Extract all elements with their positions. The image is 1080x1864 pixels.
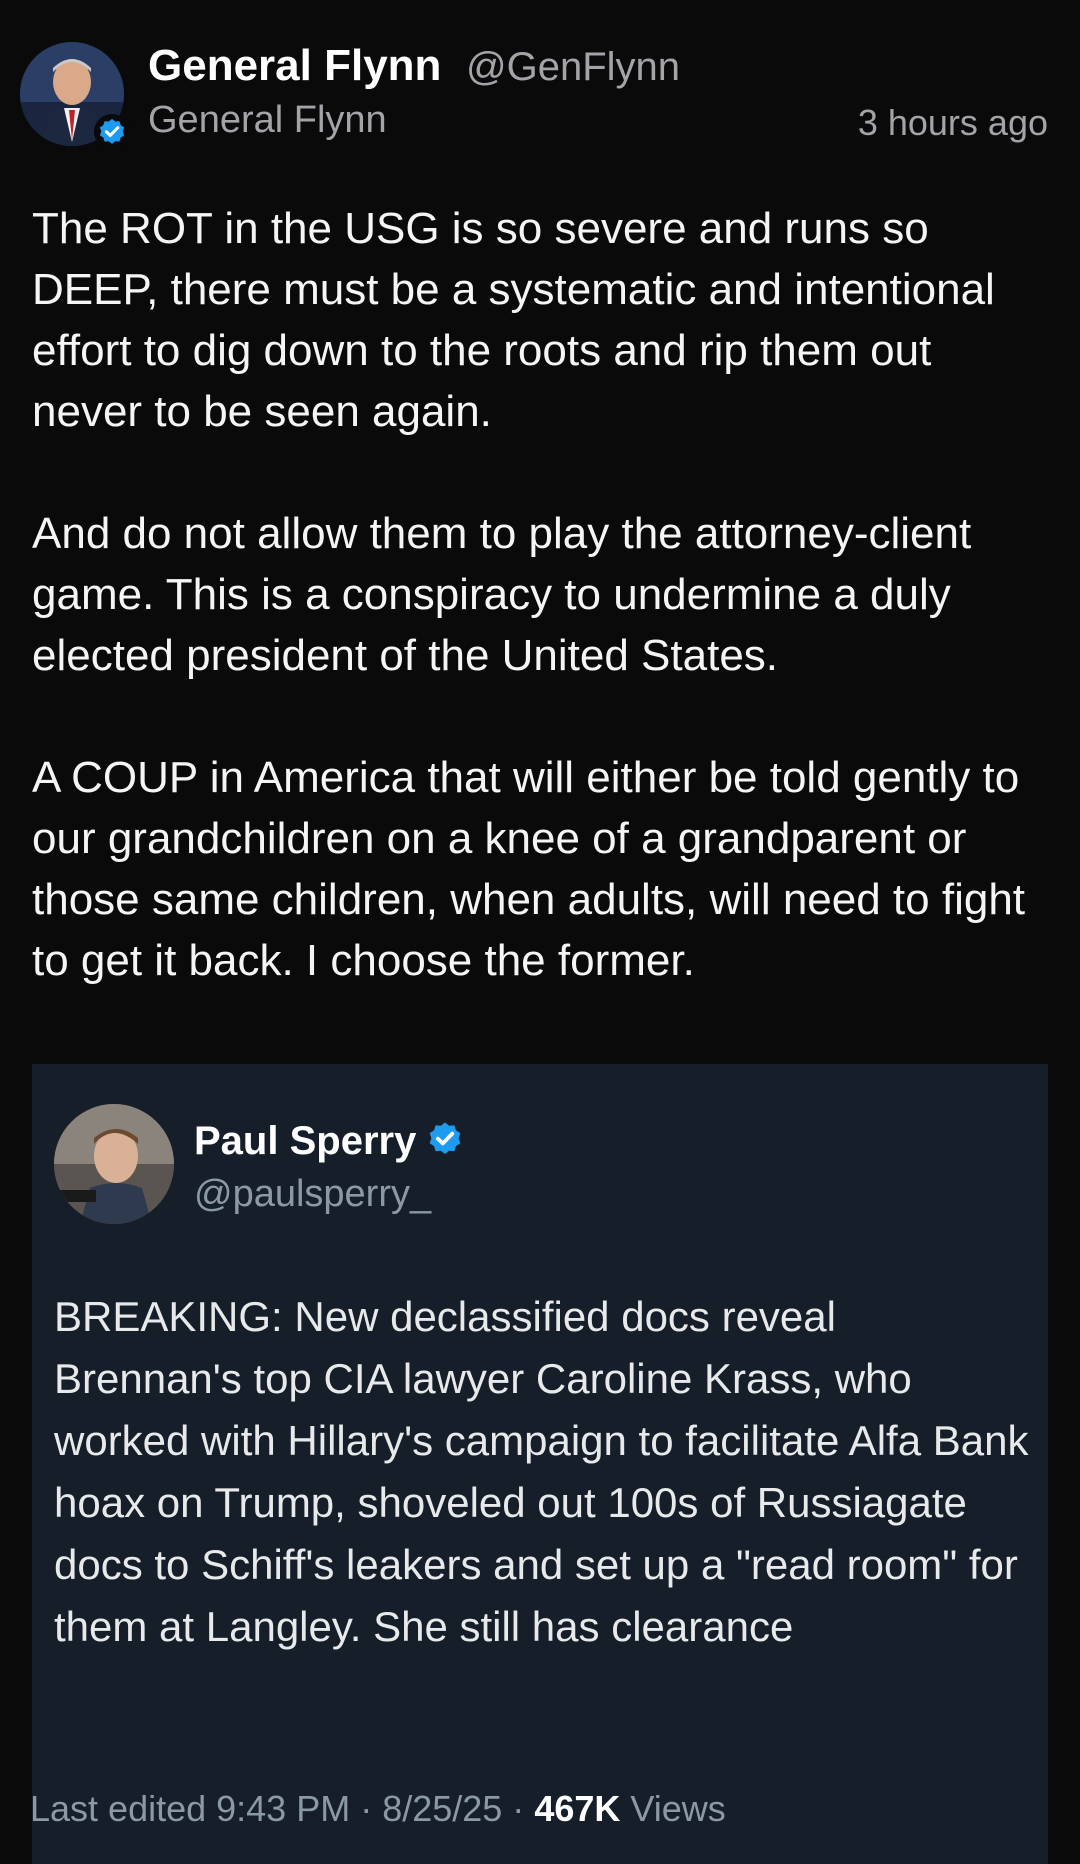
post-paragraph: A COUP in America that will either be to… <box>32 753 1026 985</box>
quoted-post-text: BREAKING: New declassified docs reveal B… <box>54 1293 1029 1650</box>
author-handle[interactable]: @GenFlynn <box>466 42 680 92</box>
quoted-author-avatar[interactable] <box>54 1104 174 1224</box>
views-count: 467K <box>534 1788 621 1829</box>
quoted-author-name-row: Paul Sperry <box>194 1116 464 1166</box>
post-paragraph: And do not allow them to play the attorn… <box>32 509 972 680</box>
post-paragraph: The ROT in the USG is so severe and runs… <box>32 204 995 436</box>
quoted-author-display-name[interactable]: Paul Sperry <box>194 1116 416 1166</box>
quoted-post-edited-time: Last edited 9:43 PM · 8/25/25 · <box>30 1788 535 1829</box>
quoted-post-footer: Last edited 9:43 PM · 8/25/25 · 467K Vie… <box>30 1786 726 1832</box>
post-header: General Flynn @GenFlynn General Flynn 3 … <box>0 0 1080 160</box>
post-timestamp: 3 hours ago <box>857 102 1048 143</box>
quoted-author-handle[interactable]: @paulsperry_ <box>194 1170 431 1218</box>
verified-badge-icon <box>94 114 130 150</box>
post-body: The ROT in the USG is so severe and runs… <box>32 198 1052 991</box>
views-label: Views <box>620 1788 726 1829</box>
quoted-post-card[interactable]: Paul Sperry @paulsperry_ BREAKING: New d… <box>32 1064 1048 1864</box>
author-display-name[interactable]: General Flynn <box>148 40 441 92</box>
author-sub-name: General Flynn <box>148 99 387 141</box>
verified-badge-icon <box>426 1120 464 1163</box>
